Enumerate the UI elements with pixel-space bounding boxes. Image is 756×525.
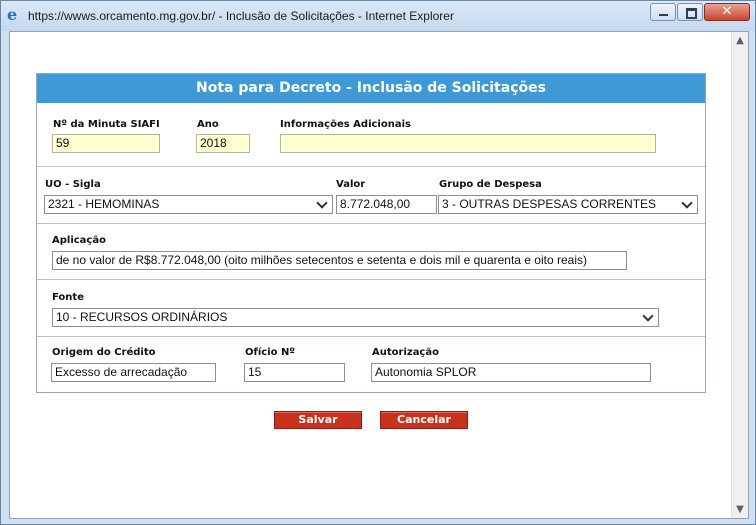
vertical-scrollbar[interactable]: ▲ ▼ bbox=[731, 32, 748, 518]
valor-input[interactable]: 8.772.048,00 bbox=[336, 195, 437, 214]
fonte-label: Fonte bbox=[52, 292, 84, 303]
chevron-down-icon bbox=[315, 197, 329, 212]
form-panel: Nota para Decreto - Inclusão de Solicita… bbox=[36, 73, 706, 393]
fonte-select-value: 10 - RECURSOS ORDINÁRIOS bbox=[56, 310, 228, 324]
valor-label: Valor bbox=[336, 179, 366, 190]
ano-input[interactable]: 2018 bbox=[196, 134, 250, 153]
minuta-label: Nº da Minuta SIAFI bbox=[53, 119, 160, 130]
browser-window: e https://wwws.orcamento.mg.gov.br/ - In… bbox=[0, 0, 756, 525]
grupo-select-value: 3 - OUTRAS DESPESAS CORRENTES bbox=[442, 197, 657, 211]
origem-label: Origem do Crédito bbox=[52, 347, 156, 358]
maximize-button[interactable] bbox=[677, 3, 703, 21]
oficio-label: Ofício Nº bbox=[245, 347, 295, 358]
ano-label: Ano bbox=[197, 119, 219, 130]
grupo-select[interactable]: 3 - OUTRAS DESPESAS CORRENTES bbox=[438, 195, 698, 214]
uo-select[interactable]: 2321 - HEMOMINAS bbox=[44, 195, 333, 214]
panel-title: Nota para Decreto - Inclusão de Solicita… bbox=[37, 74, 705, 103]
internet-explorer-icon: e bbox=[7, 5, 18, 24]
uo-label: UO - Sigla bbox=[45, 179, 101, 190]
autorizacao-input[interactable]: Autonomia SPLOR bbox=[371, 363, 651, 382]
row-divider bbox=[37, 336, 705, 337]
close-icon: ✕ bbox=[721, 4, 733, 19]
origem-input[interactable]: Excesso de arrecadação bbox=[51, 363, 216, 382]
cancel-button[interactable]: Cancelar bbox=[380, 411, 468, 429]
aplicacao-input[interactable]: de no valor de R$8.772.048,00 (oito milh… bbox=[52, 251, 627, 270]
minimize-button[interactable] bbox=[650, 3, 676, 21]
title-bar[interactable]: e https://wwws.orcamento.mg.gov.br/ - In… bbox=[1, 1, 755, 31]
dialog-content: Nota para Decreto - Inclusão de Solicita… bbox=[9, 31, 749, 519]
uo-select-value: 2321 - HEMOMINAS bbox=[48, 197, 160, 211]
fonte-select[interactable]: 10 - RECURSOS ORDINÁRIOS bbox=[52, 308, 659, 327]
chevron-down-icon bbox=[680, 197, 694, 212]
save-button[interactable]: Salvar bbox=[274, 411, 362, 429]
minuta-input[interactable]: 59 bbox=[52, 134, 160, 153]
info-input[interactable] bbox=[280, 134, 656, 153]
row-divider bbox=[37, 166, 705, 167]
scroll-down-icon[interactable]: ▼ bbox=[732, 501, 748, 518]
chevron-down-icon bbox=[641, 310, 655, 325]
scroll-up-icon[interactable]: ▲ bbox=[732, 32, 748, 49]
row-divider bbox=[37, 279, 705, 280]
info-label: Informações Adicionais bbox=[280, 119, 411, 130]
oficio-input[interactable]: 15 bbox=[244, 363, 345, 382]
close-button[interactable]: ✕ bbox=[704, 3, 750, 21]
window-title: https://wwws.orcamento.mg.gov.br/ - Incl… bbox=[28, 9, 454, 23]
autorizacao-label: Autorização bbox=[372, 347, 439, 358]
row-divider bbox=[37, 223, 705, 224]
aplicacao-label: Aplicação bbox=[52, 235, 106, 246]
grupo-label: Grupo de Despesa bbox=[439, 179, 542, 190]
